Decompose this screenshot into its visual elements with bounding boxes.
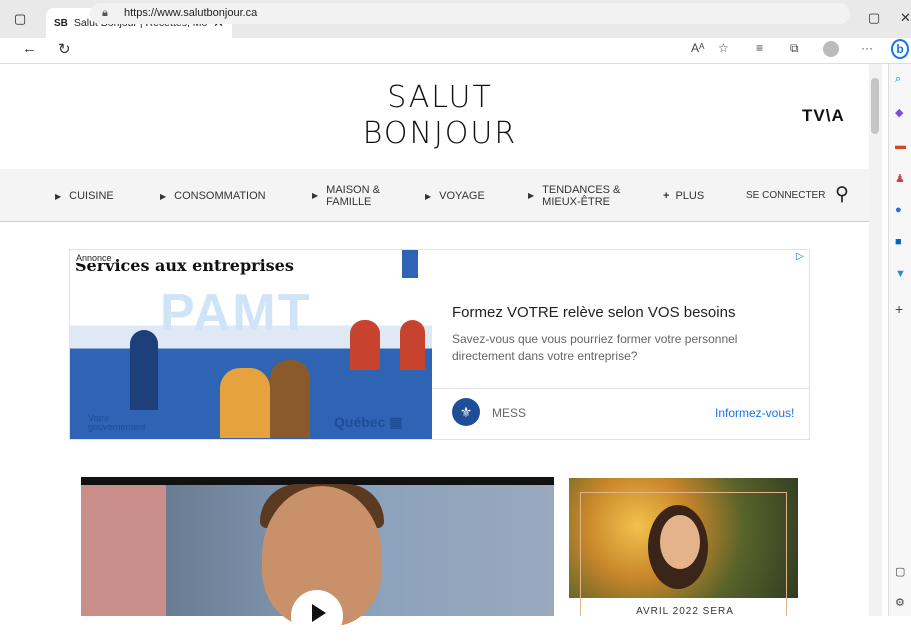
outlook-icon[interactable]: ■ (895, 236, 902, 248)
ad-body: Savez-vous que vous pourriez former votr… (452, 332, 738, 363)
lock-icon[interactable]: 🔒︎ (102, 3, 108, 24)
adchoices-icon[interactable]: ▷ (796, 251, 804, 262)
sidebar-settings-icon[interactable]: ⚙ (895, 596, 905, 609)
ad-quebec-logo: Québec ▦ (334, 414, 403, 430)
ad-gouv-logo: Votre gouvernement (88, 413, 146, 432)
ad-figure (270, 360, 310, 438)
tab-actions-icon[interactable]: ▢ (14, 11, 26, 27)
triangle-right-icon: ▶ (312, 191, 319, 200)
page-scrollbar[interactable] (869, 64, 882, 616)
site-logo[interactable]: SALUT BONJOUR (340, 80, 540, 152)
hide-sidebar-icon[interactable]: ▢ (895, 565, 905, 578)
ad-cta-link[interactable]: Informez-vous! (715, 406, 794, 420)
ad-pamt-word: PAMT (160, 284, 312, 342)
ad-figure (220, 368, 270, 438)
fleur-de-lis-icon: ▦ (385, 414, 403, 430)
nav-item-plus[interactable]: + PLUS (663, 190, 704, 202)
ad-headline[interactable]: Formez VOTRE relève selon VOS besoins (452, 304, 735, 321)
tab-favicon: SB (54, 17, 68, 29)
nav-item-consommation[interactable]: ▶ CONSOMMATION (160, 190, 266, 203)
play-icon[interactable] (312, 604, 326, 622)
nav-item-tendances[interactable]: ▶ TENDANCES & MIEUX-ÊTRE (528, 184, 620, 208)
triangle-right-icon: ▶ (160, 192, 167, 201)
ad-label: Annonce (74, 253, 114, 263)
triangle-right-icon: ▶ (528, 191, 535, 200)
advertiser-name[interactable]: MESS (492, 406, 526, 420)
back-icon[interactable]: ← (22, 40, 37, 57)
ad-divider (432, 388, 809, 389)
bing-chat-icon[interactable]: b (891, 39, 909, 59)
tools-icon[interactable]: ▬ (895, 140, 906, 152)
add-favorite-icon[interactable]: ☆ (718, 41, 729, 55)
advertiser-logo-icon[interactable]: ⚜ (452, 398, 480, 426)
plus-icon: + (663, 190, 670, 202)
search-icon[interactable]: ⌕ (895, 73, 901, 86)
logo-line-1: SALUT (387, 80, 493, 115)
maximize-icon[interactable]: ▢ (868, 10, 880, 26)
ad-illustration[interactable] (70, 250, 432, 439)
office-icon[interactable]: ● (895, 204, 902, 216)
url-field[interactable]: 🔒︎ https://www.salutbonjour.ca (90, 3, 850, 24)
scrollbar-thumb[interactable] (871, 78, 879, 134)
close-window-icon[interactable]: ✕ (900, 10, 911, 26)
site-search-icon[interactable]: ⚲ (835, 183, 849, 206)
url-text: https://www.salutbonjour.ca (124, 7, 258, 19)
logo-line-2: BONJOUR (362, 116, 518, 151)
collections-icon[interactable]: ⧉ (790, 41, 799, 56)
article-frame (580, 492, 787, 616)
refresh-icon[interactable]: ↻ (58, 40, 71, 58)
triangle-right-icon: ▶ (425, 192, 432, 201)
nav-item-cuisine[interactable]: ▶ CUISINE (55, 190, 114, 203)
favorites-icon[interactable]: ≡ (756, 41, 763, 55)
games-icon[interactable]: ♟ (895, 172, 905, 185)
ad-figure (130, 330, 158, 410)
address-toolbar (0, 38, 911, 64)
login-link[interactable]: SE CONNECTER (746, 190, 825, 202)
read-aloud-icon[interactable]: Aᴬ (691, 41, 704, 55)
profile-avatar[interactable] (823, 41, 839, 57)
add-sidebar-app-icon[interactable]: + (895, 301, 903, 317)
shopping-icon[interactable]: ◆ (895, 106, 903, 119)
more-menu-icon[interactable]: ··· (861, 41, 873, 55)
drop-icon[interactable]: ▼ (895, 268, 906, 280)
ad-figure (400, 320, 425, 370)
nav-item-voyage[interactable]: ▶ VOYAGE (425, 190, 485, 203)
ad-figure (350, 320, 380, 370)
ad-flag-stripe (402, 250, 418, 278)
tva-logo[interactable]: TV\A (802, 106, 845, 126)
article-title[interactable]: AVRIL 2022 SERA (600, 606, 770, 617)
triangle-right-icon: ▶ (55, 192, 62, 201)
nav-item-maison-famille[interactable]: ▶ MAISON & FAMILLE (312, 184, 380, 208)
